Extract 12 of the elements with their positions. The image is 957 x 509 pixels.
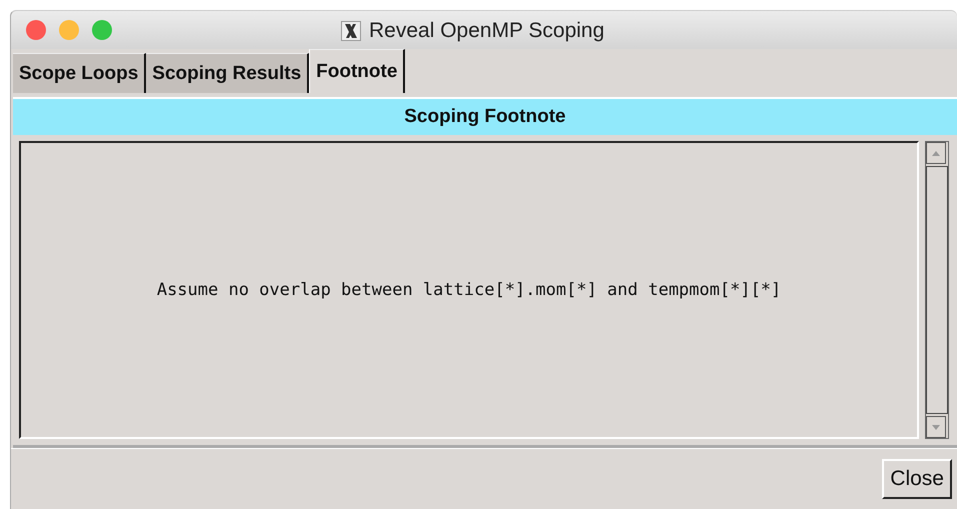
scroll-up-icon[interactable] (926, 142, 946, 164)
close-icon[interactable] (26, 20, 46, 40)
close-button[interactable]: Close (882, 459, 952, 499)
tab[interactable]: Footnote (309, 49, 406, 93)
scrollbar[interactable] (925, 141, 949, 439)
scroll-down-icon[interactable] (926, 416, 946, 438)
tab[interactable]: Scope Loops (13, 53, 146, 93)
footnote-text: Assume no overlap between lattice[*].mom[*] and tempmom[*][*] (156, 280, 782, 300)
window-title: Reveal OpenMP Scoping (369, 19, 604, 43)
panel-heading: Scoping Footnote (13, 99, 957, 135)
tab[interactable]: Scoping Results (146, 53, 310, 93)
x-window-icon (341, 21, 361, 41)
